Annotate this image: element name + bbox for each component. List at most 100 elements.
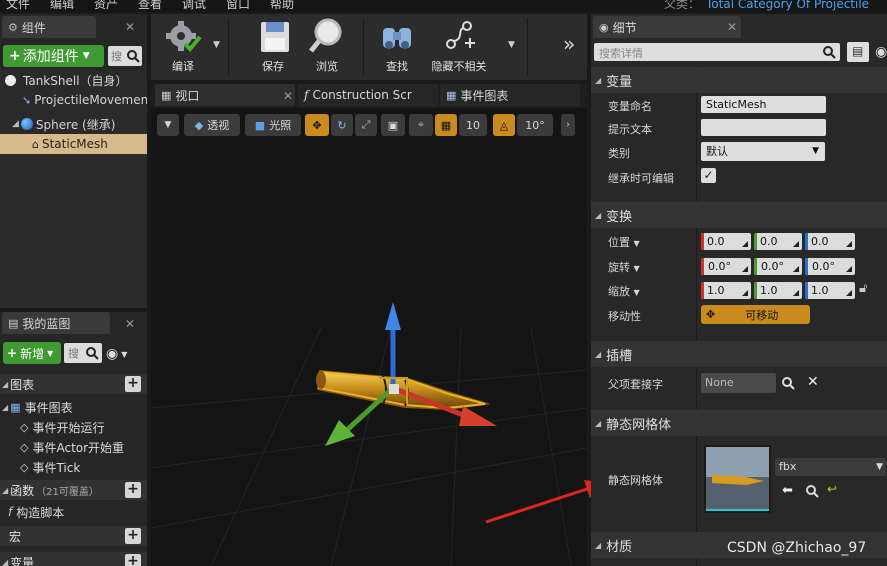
reset-default-icon[interactable]: ↩ — [827, 482, 837, 496]
tree-item-sphere[interactable]: ◢ Sphere (继承) — [0, 114, 147, 134]
tree-item-root[interactable]: TankShell（自身） — [0, 70, 147, 90]
sockets-section[interactable]: ◢ 插槽 — [591, 341, 887, 367]
menu-help[interactable]: 帮助 — [270, 0, 294, 11]
graphs-section[interactable]: ◢ 图表 + — [0, 374, 147, 394]
blueprint-search[interactable]: 搜 — [64, 343, 102, 363]
component-search[interactable]: 搜 — [108, 46, 142, 66]
translate-mode-button[interactable]: ✥ — [305, 114, 329, 136]
grid-snap-value[interactable]: 10 — [459, 114, 487, 136]
visibility-eye-icon[interactable]: ◉ — [875, 44, 887, 60]
toolbar-overflow-icon[interactable]: » — [563, 32, 575, 56]
event-item[interactable]: ◇ 事件开始运行 — [0, 417, 147, 437]
menu-debug[interactable]: 调试 — [182, 0, 206, 11]
new-button[interactable]: + 新增 ▼ — [3, 342, 61, 364]
add-graph-button[interactable]: + — [125, 376, 141, 392]
lock-icon[interactable]: 🔓︎ — [859, 281, 867, 296]
lit-mode-button[interactable]: ■ 光照 — [245, 114, 301, 136]
add-function-button[interactable]: + — [125, 482, 141, 498]
functions-section[interactable]: ◢ 函数 （21可覆盖） + — [0, 480, 147, 500]
event-item[interactable]: ◇ 事件Actor开始重 — [0, 437, 147, 457]
parent-socket-field[interactable]: None — [701, 373, 776, 393]
static-mesh-thumbnail[interactable] — [704, 445, 771, 513]
compile-options-chevron-icon[interactable]: ▼ — [213, 40, 220, 50]
editable-inherited-checkbox[interactable]: ✓ — [701, 168, 716, 183]
viewport-more-button[interactable]: › — [561, 114, 575, 136]
tree-item-projectile-movement[interactable]: ➘ ProjectileMovement — [0, 90, 147, 110]
add-macro-button[interactable]: + — [125, 528, 141, 544]
perspective-button[interactable]: ◆ 透视 — [184, 114, 240, 136]
hide-unrelated-button[interactable]: 隐藏不相关 — [427, 14, 491, 80]
rotation-x-field[interactable]: 0.0° — [701, 258, 751, 275]
event-item[interactable]: ◇ 事件Tick — [0, 457, 147, 477]
component-search-input[interactable]: 搜 — [111, 48, 122, 64]
close-icon[interactable]: ✕ — [125, 21, 135, 33]
rotation-z-field[interactable]: 0.0° — [805, 258, 855, 275]
rotation-y-field[interactable]: 0.0° — [754, 258, 802, 275]
scale-dropdown[interactable]: 缩放 ▼ — [608, 283, 640, 299]
tab-event-graph[interactable]: ▦ 事件图表 — [440, 84, 580, 106]
event-graph-item[interactable]: ◢ ▦ 事件图表 — [0, 397, 147, 417]
details-search-input[interactable]: 搜索详情 — [599, 45, 643, 61]
scale-mode-button[interactable]: ⤢ — [355, 114, 377, 136]
binoculars-icon — [383, 28, 411, 49]
scale-z-field[interactable]: 1.0 — [805, 282, 855, 299]
location-z-field[interactable]: 0.0 — [805, 233, 855, 250]
location-y-field[interactable]: 0.0 — [754, 233, 802, 250]
tab-viewport[interactable]: ▦ 视口 — [155, 84, 295, 106]
scale-y-field[interactable]: 1.0 — [754, 282, 802, 299]
property-matrix-button[interactable]: ▤ — [847, 42, 869, 62]
details-search[interactable]: 搜索详情 — [594, 43, 840, 61]
components-tab[interactable]: ⚙ 组件 — [2, 16, 96, 38]
use-selected-arrow-icon[interactable]: ⬅ — [782, 483, 793, 498]
menu-asset[interactable]: 资产 — [94, 0, 118, 11]
static-mesh-asset-dropdown[interactable]: fbx ▼ — [775, 458, 886, 476]
transform-section[interactable]: ◢ 变换 — [591, 202, 887, 228]
tooltip-field[interactable] — [701, 119, 826, 136]
close-icon[interactable]: ✕ — [125, 318, 135, 330]
menu-file[interactable]: 文件 — [6, 0, 30, 11]
menu-view[interactable]: 查看 — [138, 0, 162, 11]
menu-window[interactable]: 窗口 — [226, 0, 250, 11]
add-variable-button[interactable]: + — [125, 554, 141, 566]
variable-name-field[interactable]: StaticMesh — [701, 96, 826, 113]
grid-snap-toggle[interactable]: ▦ — [435, 114, 457, 136]
mobility-movable-button[interactable]: ✥ 可移动 — [701, 305, 810, 324]
rotation-y-value: 0.0° — [761, 260, 784, 273]
search-icon[interactable] — [781, 376, 795, 390]
rotation-snap-value[interactable]: 10° — [517, 114, 553, 136]
save-button[interactable]: 保存 — [247, 14, 299, 80]
surface-snap-button[interactable]: ⌖ — [409, 114, 433, 136]
static-mesh-section[interactable]: ◢ 静态网格体 — [591, 410, 887, 436]
construction-script-item[interactable]: f 构造脚本 — [0, 502, 147, 522]
macros-section[interactable]: 宏 + — [0, 526, 147, 546]
variable-section[interactable]: ◢ 变量 — [591, 67, 887, 93]
view-options-button[interactable]: ◉ ▼ — [106, 346, 138, 362]
rotation-snap-toggle[interactable]: ◬ — [493, 114, 515, 136]
close-icon[interactable]: ✕ — [727, 21, 737, 33]
rotate-mode-button[interactable]: ↻ — [331, 114, 353, 136]
location-dropdown[interactable]: 位置 ▼ — [608, 234, 640, 250]
parent-class-link[interactable]: Total Category Of Projectile — [706, 0, 869, 11]
my-blueprint-tab[interactable]: ▤ 我的蓝图 — [2, 312, 110, 334]
tree-item-static-mesh[interactable]: ⌂ StaticMesh — [0, 134, 147, 154]
y-axis-marker — [754, 282, 757, 299]
tab-construction-script[interactable]: f Construction Scr — [298, 84, 438, 106]
hide-options-chevron-icon[interactable]: ▼ — [508, 40, 515, 50]
variables-section[interactable]: ◢ 变量 + — [0, 552, 147, 566]
browse-search-icon[interactable] — [805, 484, 819, 498]
browse-button[interactable]: 浏览 — [301, 14, 353, 80]
menu-edit[interactable]: 编辑 — [50, 0, 74, 11]
category-dropdown[interactable]: 默认 ▼ — [701, 142, 825, 161]
compile-button[interactable]: 编译 — [157, 14, 209, 80]
close-icon[interactable]: ✕ — [283, 90, 293, 102]
world-local-toggle[interactable]: ▣ — [381, 114, 405, 136]
add-component-button[interactable]: + 添加组件 ▼ — [3, 45, 104, 67]
details-tab[interactable]: ◉ 细节 — [593, 16, 741, 38]
viewport-options-button[interactable]: ▼ — [157, 114, 179, 136]
rotation-dropdown[interactable]: 旋转 ▼ — [608, 259, 640, 275]
clear-x-icon[interactable]: ✕ — [807, 374, 819, 390]
scale-x-field[interactable]: 1.0 — [701, 282, 751, 299]
find-button[interactable]: 查找 — [371, 14, 423, 80]
location-x-field[interactable]: 0.0 — [701, 233, 751, 250]
blueprint-search-input[interactable]: 搜 — [68, 345, 79, 361]
